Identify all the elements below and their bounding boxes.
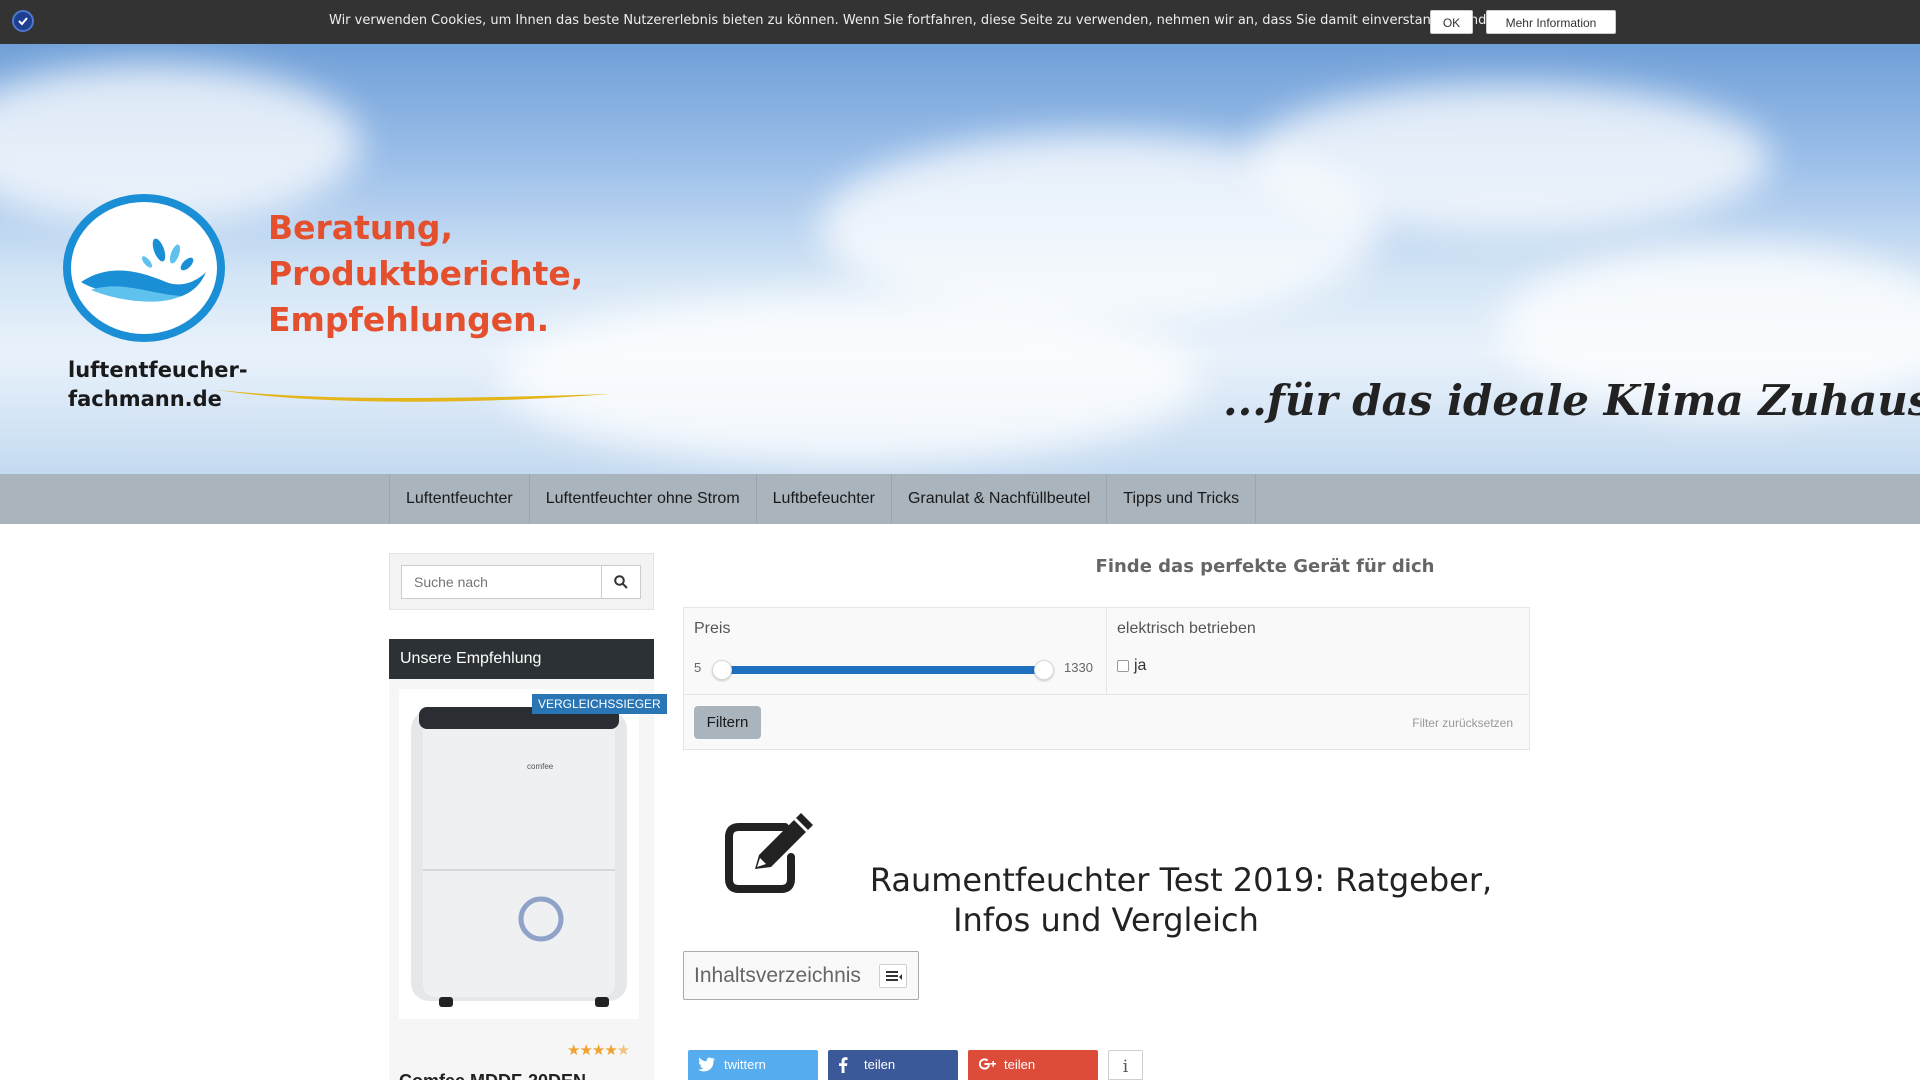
share-twitter-button[interactable]: twittern [688,1050,818,1080]
price-min-handle[interactable] [712,660,732,680]
nav-item-luftbefeuchter[interactable]: Luftbefeuchter [757,474,892,524]
logo-icon[interactable] [63,194,225,342]
recommendation-box: comfee VERGLEICHSSIEGER ★★★★★ Comfee MDD… [389,679,667,1080]
product-badge: VERGLEICHSSIEGER [532,694,667,714]
share-facebook-button[interactable]: teilen [828,1050,958,1080]
nav-item-granulat[interactable]: Granulat & Nachfüllbeutel [892,474,1108,524]
list-icon [886,971,902,981]
price-max-value: 1330 [1064,660,1093,675]
electric-label: elektrisch betrieben [1117,620,1256,637]
main-navigation: Luftentfeuchter Luftentfeuchter ohne Str… [0,474,1920,524]
dehumidifier-image: comfee [411,707,627,1007]
nav-item-luftentfeuchter-ohne-strom[interactable]: Luftentfeuchter ohne Strom [530,474,757,524]
google-plus-icon [978,1058,996,1070]
header-slogan: ...für das ideale Klima Zuhause [1223,376,1920,425]
nav-item-luftentfeuchter[interactable]: Luftentfeuchter [390,474,530,524]
cookie-bar: Wir verwenden Cookies, um Ihnen das best… [0,0,1920,44]
nav-item-tipps[interactable]: Tipps und Tricks [1107,474,1257,524]
filter-button[interactable]: Filtern [694,706,761,739]
price-range-track[interactable] [720,666,1042,674]
cookie-ok-button[interactable]: OK [1430,10,1473,34]
share-info-button[interactable]: i [1108,1050,1143,1080]
article-title-text: Raumentfeuchter Test 2019: Ratgeber, Inf… [869,861,1493,939]
share-google-button[interactable]: teilen [968,1050,1098,1080]
cookie-more-info-button[interactable]: Mehr Information [1486,10,1616,34]
tagline-line1: Beratung, [268,208,453,247]
facebook-icon [839,1057,848,1073]
table-of-contents: Inhaltsverzeichnis [683,951,919,1000]
tagline-line3: Empfehlungen. [268,300,550,339]
toc-toggle-button[interactable] [879,964,907,988]
cloud [500,294,1200,464]
price-max-handle[interactable] [1034,660,1054,680]
price-filter: Preis 5 1330 [684,608,1107,695]
swoosh-decoration [217,390,611,402]
electric-option-label[interactable]: ja [1134,657,1146,675]
price-label: Preis [694,620,731,637]
search-input[interactable] [401,565,602,599]
product-filter: Preis 5 1330 elektrisch betrieben ja Fil… [683,607,1530,750]
rating-stars-icon: ★★★★★ [567,1042,630,1059]
finder-title: Finde das perfekte Gerät für dich [683,556,1847,577]
header-tagline: Beratung, Produktberichte, Empfehlungen. [268,205,583,343]
recommendation-header: Unsere Empfehlung [389,639,654,679]
product-brand-label: comfee [527,762,554,771]
share-twitter-label: twittern [724,1057,766,1072]
filter-reset-link[interactable]: Filter zurücksetzen [1412,716,1513,730]
search-icon [614,575,628,589]
tagline-line2: Produktberichte, [268,254,584,293]
toc-label: Inhaltsverzeichnis [694,964,861,987]
nav-items: Luftentfeuchter Luftentfeuchter ohne Str… [389,474,1257,524]
product-image[interactable]: comfee VERGLEICHSSIEGER [399,689,667,1019]
cloud [0,64,360,224]
search-button[interactable] [601,565,641,599]
cookie-consent-icon[interactable] [12,10,34,32]
product-title[interactable]: Comfee MDDF-20DEN [399,1071,586,1080]
search-widget [389,553,654,610]
finder-title-text: Finde das perfekte Gerät für dich [1095,556,1435,577]
electric-filter: elektrisch betrieben ja [1107,608,1530,695]
cookie-message: Wir verwenden Cookies, um Ihnen das best… [329,13,1491,28]
article-title: Raumentfeuchter Test 2019: Ratgeber, Inf… [683,860,1529,940]
twitter-icon [698,1057,715,1072]
cloud [1250,84,1770,234]
price-min-value: 5 [694,660,702,675]
share-google-label: teilen [1004,1057,1036,1072]
share-facebook-label: teilen [864,1057,896,1072]
site-header: luftentfeucher- fachmann.de Beratung, Pr… [0,44,1920,474]
logo-text-line1: luftentfeucher- [68,358,248,382]
electric-checkbox[interactable] [1117,660,1129,672]
